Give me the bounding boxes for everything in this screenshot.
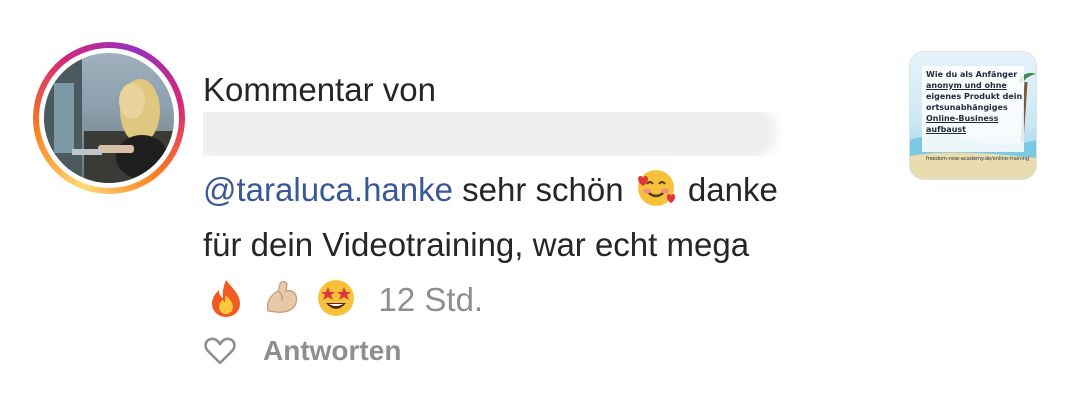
star-struck-icon [318,280,355,316]
smiling-face-with-hearts-icon [637,170,675,206]
comment-actions: Antworten [203,334,401,368]
comment-text-part-2: danke [678,171,778,208]
thumbnail-line-3: eigenes Produkt dein [926,92,1023,101]
username-blur-overlay [203,112,769,152]
commenter-avatar[interactable] [33,42,185,194]
thumbnail-line-1: Wie du als Anfänger [926,70,1018,79]
redacted-username: _ _ _ _ _ _ _ _ _ _ _ [203,112,883,156]
thumbnail-line-2: anonym und ohne [926,81,1007,90]
post-thumbnail[interactable]: Wie du als Anfänger anonym und ohne eige… [910,52,1036,179]
mention-link[interactable]: @taraluca.hanke [203,171,453,208]
avatar-woman-image [44,53,174,183]
comment-text-part-1: sehr schön [452,171,633,208]
thumbnail-line-5: Online-Business [926,114,999,123]
avatar-ring-gap [39,48,179,188]
thumbnail-line-4: ortsunabhängiges [926,103,1008,112]
comment-text-line-2: für dein Videotraining, war echt mega [203,226,750,263]
comment-content: Kommentar von _ _ _ _ _ _ _ _ _ _ _ @tar… [203,70,883,327]
comment-header: Kommentar von [203,71,436,108]
comment-body: @taraluca.hanke sehr schön danke für dei… [203,162,883,327]
heart-like-icon[interactable] [203,334,237,368]
thumbnail-line-6: aufbaust [926,125,966,134]
fire-icon [212,280,240,317]
comment-timestamp: 12 Std. [378,281,484,318]
avatar-photo [44,53,174,183]
reply-button[interactable]: Antworten [263,335,401,367]
thumbnail-footer: freedom-now-academy.de/online-training [926,156,1030,162]
flexed-biceps-icon [267,281,298,313]
